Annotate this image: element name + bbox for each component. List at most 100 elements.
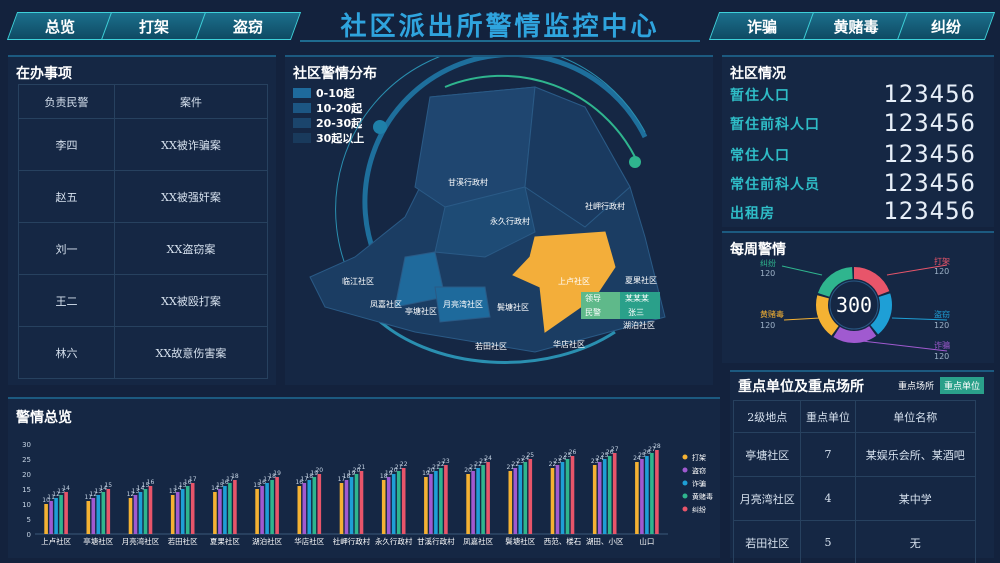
bar-打架[interactable] (255, 489, 259, 534)
y-tick-label: 30 (22, 441, 31, 449)
bar-诈骗[interactable] (391, 474, 396, 534)
bar-打架[interactable] (466, 474, 470, 534)
bar-诈骗[interactable] (138, 492, 143, 534)
tab-key-units[interactable]: 重点单位 (940, 377, 985, 394)
bar-纠纷[interactable] (148, 486, 153, 534)
bar-诈骗[interactable] (645, 456, 649, 534)
bar-黄赌毒[interactable] (565, 459, 570, 534)
bar-纠纷[interactable] (401, 468, 406, 534)
table-row[interactable]: 刘一 XX盗窃案 (17, 222, 268, 275)
bar-黄赌毒[interactable] (59, 495, 63, 534)
y-tick-label: 0 (27, 531, 31, 539)
bar-诈骗[interactable] (518, 465, 523, 534)
bar-黄赌毒[interactable] (185, 486, 190, 534)
bar-盗窃[interactable] (597, 462, 602, 534)
bar-纠纷[interactable] (64, 492, 68, 534)
table-row[interactable]: 李四 XX被诈骗案 (17, 118, 268, 171)
bar-盗窃[interactable] (640, 459, 644, 534)
bar-盗窃[interactable] (513, 468, 518, 534)
bar-盗窃[interactable] (429, 474, 433, 534)
bar-盗窃[interactable] (386, 477, 391, 534)
bar-黄赌毒[interactable] (481, 465, 485, 534)
bar-黄赌毒[interactable] (270, 480, 274, 534)
bar-打架[interactable] (297, 486, 302, 534)
bar-黄赌毒[interactable] (396, 471, 401, 534)
bar-纠纷[interactable] (317, 474, 322, 534)
bar-黄赌毒[interactable] (650, 453, 654, 534)
bar-纠纷[interactable] (612, 453, 617, 534)
bar-诈骗[interactable] (434, 471, 438, 534)
table-row[interactable]: 王二 XX被殴打案 (17, 274, 268, 327)
bar-诈骗[interactable] (54, 498, 58, 534)
bar-诈骗[interactable] (180, 489, 185, 534)
weekly-donut-chart[interactable]: 300 纠纷 120 打架 120 黄赌毒 120 盗窃 120 诈骗 120 (722, 233, 994, 365)
bar-打架[interactable] (635, 462, 639, 534)
bar-黄赌毒[interactable] (312, 477, 317, 534)
bar-纠纷[interactable] (570, 456, 575, 534)
bar-value-label: 21 (358, 464, 366, 471)
overview-bar-chart[interactable]: 0510152025301011121314上卢社区1112131415亭塘社区… (8, 399, 720, 560)
bar-纠纷[interactable] (275, 477, 279, 534)
table-row[interactable]: 赵五 XX被强奸案 (17, 170, 268, 223)
bar-打架[interactable] (592, 465, 597, 534)
bar-打架[interactable] (550, 468, 555, 534)
bar-打架[interactable] (381, 480, 386, 534)
bar-纠纷[interactable] (233, 480, 237, 534)
bar-打架[interactable] (170, 495, 175, 534)
bar-纠纷[interactable] (528, 459, 533, 534)
nav-fraud-button[interactable]: 诈骗 (708, 12, 816, 40)
table-row[interactable]: 林六 XX故意伤害案 (17, 326, 268, 379)
bar-打架[interactable] (508, 471, 513, 534)
bar-盗窃[interactable] (218, 489, 222, 534)
bar-纠纷[interactable] (655, 450, 659, 534)
table-cell: 5 (800, 520, 856, 563)
bar-纠纷[interactable] (444, 465, 448, 534)
legend-dot (682, 467, 688, 473)
bar-打架[interactable] (424, 477, 428, 534)
bar-黄赌毒[interactable] (354, 474, 359, 534)
bar-黄赌毒[interactable] (143, 489, 148, 534)
tab-key-places[interactable]: 重点场所 (898, 379, 934, 392)
bar-纠纷[interactable] (106, 489, 111, 534)
nav-dispute-button[interactable]: 纠纷 (896, 12, 996, 40)
bar-value-label: 15 (104, 482, 112, 489)
nav-theft-button[interactable]: 盗窃 (194, 12, 302, 40)
bar-盗窃[interactable] (471, 471, 475, 534)
bar-打架[interactable] (128, 498, 133, 534)
bar-打架[interactable] (86, 501, 91, 534)
bar-盗窃[interactable] (175, 492, 180, 534)
district-map[interactable]: 甘溪行政村 社岬行政村 永久行政村 临江社区 上卢社区 夏果社区 凤嘉社区 亭塘… (285, 57, 713, 387)
bar-盗窃[interactable] (302, 483, 307, 534)
nav-overview-button[interactable]: 总览 (6, 12, 114, 40)
bar-打架[interactable] (44, 504, 48, 534)
bar-黄赌毒[interactable] (607, 456, 612, 534)
table-row[interactable]: 若田社区 5 无 (732, 520, 977, 563)
bar-盗窃[interactable] (133, 495, 138, 534)
bar-诈骗[interactable] (307, 480, 312, 534)
bar-黄赌毒[interactable] (101, 492, 106, 534)
bar-诈骗[interactable] (560, 462, 565, 534)
nav-drugs-button[interactable]: 黄赌毒 (802, 12, 910, 40)
bar-纠纷[interactable] (359, 471, 364, 534)
bar-盗窃[interactable] (344, 480, 349, 534)
nav-fight-button[interactable]: 打架 (100, 12, 208, 40)
bar-纠纷[interactable] (486, 462, 490, 534)
bar-打架[interactable] (213, 492, 217, 534)
bar-诈骗[interactable] (476, 468, 480, 534)
bar-诈骗[interactable] (96, 495, 101, 534)
bar-黄赌毒[interactable] (228, 483, 232, 534)
bar-打架[interactable] (339, 483, 344, 534)
bar-诈骗[interactable] (349, 477, 354, 534)
bar-诈骗[interactable] (265, 483, 269, 534)
table-row[interactable]: 亭塘社区 7 某娱乐会所、某酒吧 (732, 432, 977, 477)
bar-诈骗[interactable] (223, 486, 227, 534)
table-row[interactable]: 月亮湾社区 4 某中学 (732, 476, 977, 521)
bar-黄赌毒[interactable] (523, 462, 528, 534)
bar-诈骗[interactable] (602, 459, 607, 534)
bar-黄赌毒[interactable] (439, 468, 443, 534)
bar-盗窃[interactable] (91, 498, 96, 534)
bar-纠纷[interactable] (190, 483, 195, 534)
bar-盗窃[interactable] (49, 501, 53, 534)
bar-盗窃[interactable] (260, 486, 264, 534)
bar-盗窃[interactable] (555, 465, 560, 534)
